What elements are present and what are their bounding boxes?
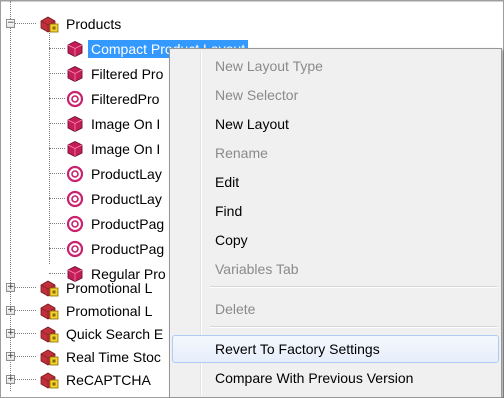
selector-icon <box>65 190 85 208</box>
tree-node-package[interactable]: + Quick Search E <box>1 323 171 345</box>
selector-icon <box>65 215 85 233</box>
menu-item-edit[interactable]: Edit <box>172 168 499 196</box>
package-icon <box>39 348 59 366</box>
context-menu: New Layout Type New Selector New Layout Ren… <box>169 48 502 398</box>
menu-item-revert-to-factory-settings[interactable]: Revert To Factory Settings <box>172 335 499 363</box>
tree-node-products[interactable]: − Products <box>1 13 201 35</box>
expand-toggle[interactable]: + <box>6 306 15 315</box>
tree-node-label: ProductPag <box>91 216 165 232</box>
selector-icon <box>65 90 85 108</box>
collapse-toggle[interactable]: − <box>6 19 15 28</box>
selector-icon <box>65 240 85 258</box>
tree-node-label: Quick Search E <box>66 326 164 342</box>
menu-item-variables-tab[interactable]: Variables Tab <box>172 255 499 283</box>
menu-separator <box>210 286 497 288</box>
package-icon <box>39 279 59 297</box>
tree-connector <box>49 223 65 224</box>
tree-node-package[interactable]: + Promotional L <box>1 277 171 299</box>
expand-toggle[interactable]: + <box>6 375 15 384</box>
menu-item-copy[interactable]: Copy <box>172 226 499 254</box>
tree-node-label: Products <box>66 16 122 32</box>
package-icon <box>39 302 59 320</box>
tree-node-package[interactable]: + Real Time Stoc <box>1 346 171 368</box>
tree-node-label: Promotional L <box>66 280 153 296</box>
menu-item-new-layout[interactable]: New Layout <box>172 110 499 138</box>
expand-toggle[interactable]: + <box>6 329 15 338</box>
tree-connector <box>49 198 65 199</box>
tree-node-package[interactable]: + ReCAPTCHA <box>1 369 171 391</box>
menu-item-find[interactable]: Find <box>172 197 499 225</box>
tree-connector <box>49 123 65 124</box>
tree-node-label: ReCAPTCHA <box>66 372 151 388</box>
package-icon <box>39 325 59 343</box>
tree-node-label: Promotional L <box>66 303 153 319</box>
tree-node-package[interactable]: + Promotional L <box>1 300 171 322</box>
tree-connector <box>49 48 65 49</box>
menu-item-new-selector[interactable]: New Selector <box>172 81 499 109</box>
menu-item-delete[interactable]: Delete <box>172 295 499 323</box>
tree-connector <box>49 148 65 149</box>
layout-icon <box>65 115 85 133</box>
tree-node-label: ProductLay <box>91 191 162 207</box>
panel-top-border <box>1 1 503 2</box>
menu-item-compare-with-previous-version[interactable]: Compare With Previous Version <box>172 364 499 392</box>
tree-node-label: FilteredPro <box>91 91 160 107</box>
tree-connector <box>49 273 65 274</box>
tree-node-label: ProductPag <box>91 241 165 257</box>
layout-icon <box>65 140 85 158</box>
package-icon <box>39 371 59 389</box>
expand-toggle[interactable]: + <box>6 283 15 292</box>
menu-separator <box>210 326 497 328</box>
tree-connector <box>49 173 65 174</box>
tree-node-label: Filtered Pro <box>91 66 164 82</box>
tree-connector <box>49 248 65 249</box>
tree-connector <box>49 73 65 74</box>
layout-icon <box>65 40 85 58</box>
selector-icon <box>65 165 85 183</box>
tree-node-label: Real Time Stoc <box>66 349 161 365</box>
layout-icon <box>65 65 85 83</box>
menu-item-new-layout-type[interactable]: New Layout Type <box>172 52 499 80</box>
tree-node-label: Image On I <box>91 141 161 157</box>
expand-toggle[interactable]: + <box>6 352 15 361</box>
menu-item-rename[interactable]: Rename <box>172 139 499 167</box>
package-icon <box>40 16 59 33</box>
tree-node-label: ProductLay <box>91 166 162 182</box>
tree-connector <box>49 98 65 99</box>
tree-node-label: Image On I <box>91 116 161 132</box>
